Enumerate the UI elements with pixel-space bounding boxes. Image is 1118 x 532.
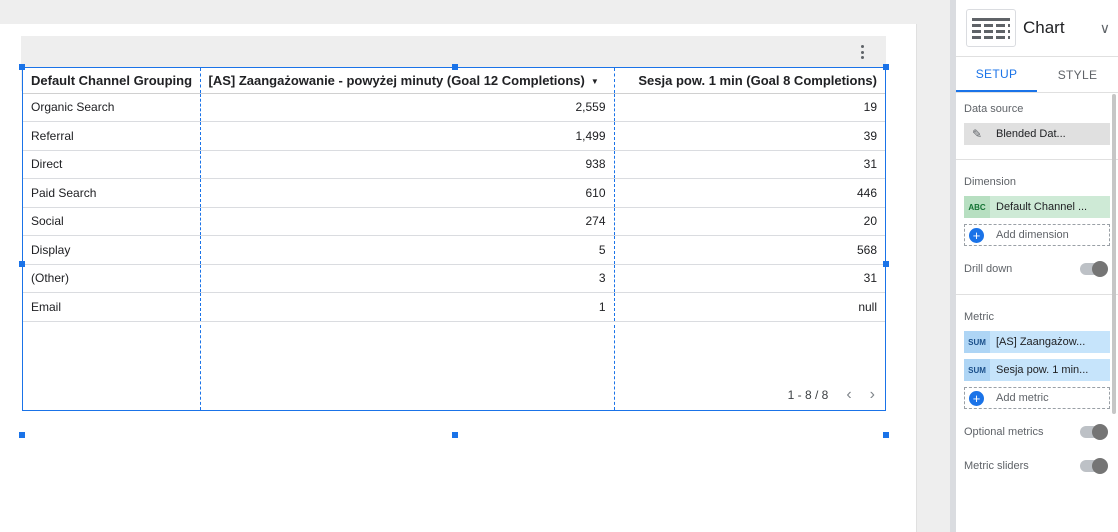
metric-value: [AS] Zaangażow...: [996, 336, 1086, 348]
metric-label: Metric: [964, 311, 994, 323]
sum-type-icon: SUM: [964, 331, 990, 353]
dimension-label: Dimension: [964, 176, 1016, 188]
abc-type-icon: ABC: [964, 196, 990, 218]
table-row: Referral 1,499 39: [23, 121, 885, 151]
metric-sliders-label: Metric sliders: [964, 460, 1029, 472]
resize-handle[interactable]: [19, 64, 25, 70]
metric-sliders-row: Metric sliders: [964, 449, 1110, 483]
header-channel-grouping[interactable]: Default Channel Grouping: [23, 68, 200, 94]
cell-goal-12: 938: [199, 150, 614, 179]
pagination: 1 - 8 / 8 ‹ ›: [788, 386, 875, 404]
panel-header: Chart ∨: [956, 0, 1118, 57]
chevron-down-icon[interactable]: ∨: [1100, 20, 1110, 37]
cell-channel: Social: [23, 207, 200, 236]
cell-goal-8: 31: [613, 150, 885, 179]
dimension-value: Default Channel ...: [996, 201, 1088, 213]
pagination-label: 1 - 8 / 8: [787, 388, 829, 402]
cell-goal-12: 274: [199, 207, 614, 236]
cell-goal-12: 2,559: [199, 93, 614, 122]
resize-handle[interactable]: [883, 261, 889, 267]
add-icon: +: [969, 390, 984, 406]
sort-desc-icon[interactable]: ▼: [591, 77, 599, 86]
add-metric-label: Add metric: [996, 392, 1049, 404]
tab-style[interactable]: STYLE: [1037, 57, 1118, 92]
dimension-section: Dimension ABC Default Channel ... + Add …: [956, 160, 1118, 295]
resize-handle[interactable]: [19, 432, 25, 438]
prev-page-icon[interactable]: ‹: [846, 386, 851, 404]
drill-down-toggle[interactable]: [1080, 261, 1108, 277]
cell-goal-8: 20: [613, 207, 885, 236]
add-metric-button[interactable]: + Add metric: [964, 387, 1110, 409]
optional-metrics-toggle[interactable]: [1080, 424, 1108, 440]
panel-title: Chart: [1023, 18, 1065, 37]
metric-sliders-toggle[interactable]: [1080, 458, 1108, 474]
cell-goal-12: 3: [199, 264, 614, 293]
add-dimension-label: Add dimension: [996, 229, 1069, 241]
data-source-value: Blended Dat...: [996, 128, 1066, 140]
data-source-section: Data source ✎ Blended Dat...: [956, 93, 1118, 160]
cell-channel: Organic Search: [23, 93, 200, 122]
header-goal-12-label: [AS] Zaangażowanie - powyżej minuty (Goa…: [208, 72, 585, 88]
cell-goal-8: 446: [613, 178, 885, 208]
next-page-icon[interactable]: ›: [870, 386, 875, 404]
cell-goal-8: 31: [613, 264, 885, 293]
pencil-icon[interactable]: ✎: [964, 123, 990, 145]
table-chart[interactable]: Default Channel Grouping [AS] Zaangażowa…: [22, 67, 886, 411]
table-row: Organic Search 2,559 19: [23, 93, 885, 122]
resize-handle[interactable]: [883, 432, 889, 438]
cell-channel: Direct: [23, 150, 200, 179]
sum-type-icon: SUM: [964, 359, 990, 381]
metric-chip[interactable]: SUM Sesja pow. 1 min...: [964, 359, 1110, 381]
cell-goal-12: 5: [199, 235, 614, 265]
cell-goal-8: null: [613, 292, 885, 322]
data-source-chip[interactable]: ✎ Blended Dat...: [964, 123, 1110, 145]
table-row: Social 274 20: [23, 207, 885, 236]
panel-scrollbar[interactable]: [1112, 94, 1116, 414]
table-row: Email 1 null: [23, 292, 885, 322]
drill-down-row: Drill down: [964, 252, 1110, 286]
table-header-row: Default Channel Grouping [AS] Zaangażowa…: [23, 68, 885, 94]
resize-handle[interactable]: [883, 64, 889, 70]
metric-section: Metric SUM [AS] Zaangażow... SUM Sesja p…: [956, 295, 1118, 491]
cell-channel: (Other): [23, 264, 200, 293]
metric-value: Sesja pow. 1 min...: [996, 364, 1089, 376]
resize-handle[interactable]: [19, 261, 25, 267]
cell-goal-8: 568: [613, 235, 885, 265]
cell-goal-12: 1: [199, 292, 614, 322]
more-vert-icon[interactable]: [856, 44, 868, 60]
optional-metrics-row: Optional metrics: [964, 415, 1110, 449]
cell-channel: Email: [23, 292, 200, 322]
table-row: (Other) 3 31: [23, 264, 885, 293]
header-goal-12[interactable]: [AS] Zaangażowanie - powyżej minuty (Goa…: [199, 68, 614, 94]
column-divider: [614, 325, 615, 410]
cell-goal-8: 39: [613, 121, 885, 151]
data-table: Default Channel Grouping [AS] Zaangażowa…: [23, 68, 885, 322]
cell-goal-12: 610: [199, 178, 614, 208]
panel-tabs: SETUP STYLE: [956, 57, 1118, 93]
report-canvas: Default Channel Grouping [AS] Zaangażowa…: [0, 0, 950, 532]
table-row: Paid Search 610 446: [23, 178, 885, 208]
cell-goal-12: 1,499: [199, 121, 614, 151]
table-row: Display 5 568: [23, 235, 885, 265]
resize-handle[interactable]: [452, 64, 458, 70]
optional-metrics-label: Optional metrics: [964, 426, 1044, 438]
table-row: Direct 938 31: [23, 150, 885, 179]
header-goal-8[interactable]: Sesja pow. 1 min (Goal 8 Completions): [613, 68, 885, 94]
column-divider: [200, 325, 201, 410]
tab-setup[interactable]: SETUP: [956, 57, 1037, 92]
drill-down-label: Drill down: [964, 263, 1013, 275]
cell-channel: Display: [23, 235, 200, 265]
dimension-chip[interactable]: ABC Default Channel ...: [964, 196, 1110, 218]
data-source-label: Data source: [964, 103, 1024, 115]
cell-channel: Paid Search: [23, 178, 200, 208]
metric-chip[interactable]: SUM [AS] Zaangażow...: [964, 331, 1110, 353]
cell-goal-8: 19: [613, 93, 885, 122]
cell-channel: Referral: [23, 121, 200, 151]
resize-handle[interactable]: [452, 432, 458, 438]
properties-panel: Chart ∨ SETUP STYLE Data source ✎ Blende…: [950, 0, 1118, 532]
add-dimension-button[interactable]: + Add dimension: [964, 224, 1110, 246]
add-icon: +: [969, 227, 984, 243]
table-chart-icon[interactable]: [966, 9, 1016, 47]
